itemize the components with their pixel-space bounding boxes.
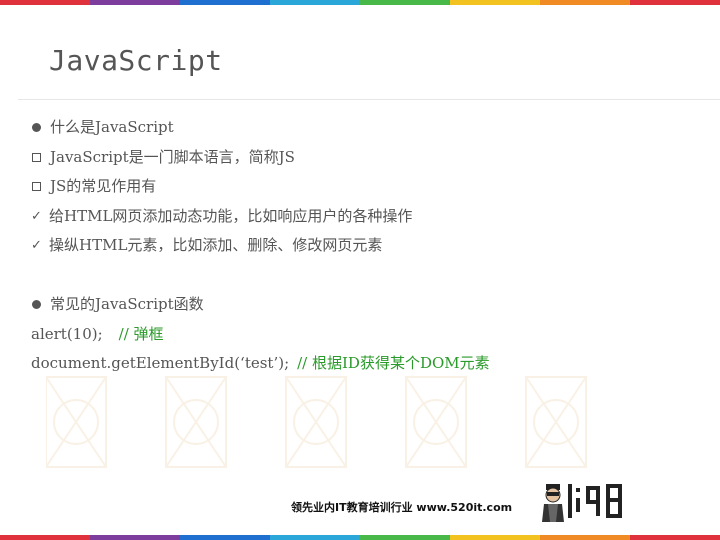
520it-logo-icon [542, 484, 622, 522]
bullet-line: ✓ 操纵HTML元素，比如添加、删除、修改网页元素 [31, 231, 490, 261]
stripe-segment [630, 535, 720, 540]
background-watermark-pattern [46, 376, 587, 468]
stripe-segment [450, 535, 540, 540]
checkmark-icon: ✓ [31, 208, 42, 224]
bottom-color-stripe [0, 535, 720, 540]
bullet-dot-icon [32, 300, 41, 310]
stripe-segment [90, 535, 180, 540]
slide-body: 什么是JavaScript JavaScript是一门脚本语言，简称JS JS的… [31, 113, 490, 379]
code-comment: // 根据ID获得某个DOM元素 [297, 354, 490, 372]
bullet-text: 常见的JavaScript函数 [50, 295, 204, 313]
stripe-segment [270, 535, 360, 540]
code-text: document.getElementById(‘test’); [31, 354, 290, 372]
footer-tagline: 领先业内IT教育培训行业 www.520it.com [291, 501, 513, 514]
stripe-segment [540, 535, 630, 540]
stripe-segment [360, 535, 450, 540]
bullet-text: 给HTML网页添加动态功能，比如响应用户的各种操作 [49, 206, 413, 225]
bullet-square-icon [32, 182, 41, 192]
bullet-text: 什么是JavaScript [50, 118, 174, 136]
slide-title: JavaScript [49, 44, 223, 77]
stripe-segment [180, 535, 270, 540]
code-text: alert(10); [31, 324, 103, 343]
code-line: document.getElementById(‘test’); // 根据ID… [31, 349, 490, 379]
code-comment: // 弹框 [118, 324, 164, 343]
checkmark-icon: ✓ [31, 238, 42, 253]
bullet-line: 什么是JavaScript [31, 113, 490, 143]
bullet-line: 常见的JavaScript函数 [31, 290, 490, 320]
bullet-text: JS的常见作用有 [50, 177, 157, 195]
bullet-line: ✓ 给HTML网页添加动态功能，比如响应用户的各种操作 [31, 202, 490, 232]
bullet-line: JS的常见作用有 [31, 172, 490, 202]
stripe-segment [0, 535, 90, 540]
code-line: alert(10); // 弹框 [31, 320, 490, 350]
title-divider [18, 99, 720, 100]
bullet-square-icon [32, 152, 41, 162]
bullet-line: JavaScript是一门脚本语言，简称JS [31, 143, 490, 173]
bullet-text: JavaScript是一门脚本语言，简称JS [50, 147, 295, 166]
bullet-text: 操纵HTML元素，比如添加、删除、修改网页元素 [49, 236, 383, 254]
bullet-dot-icon [32, 123, 41, 133]
